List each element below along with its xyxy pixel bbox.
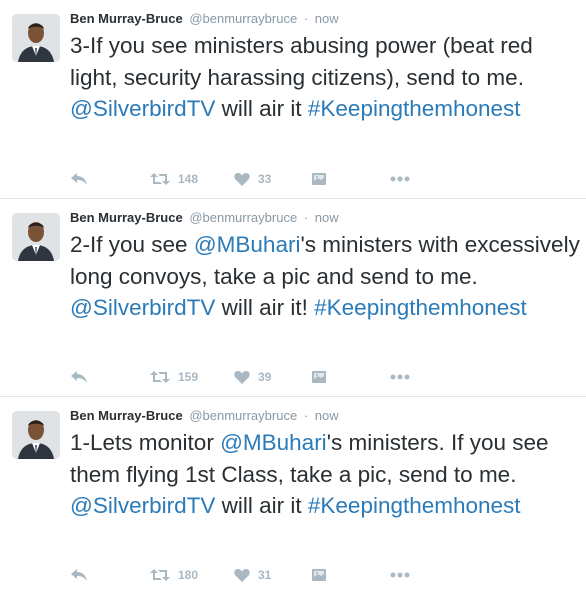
reply-button[interactable]: [70, 169, 88, 189]
media-button[interactable]: [312, 565, 326, 585]
tweet-actions: 148 33: [70, 169, 430, 189]
tweet-header: Ben Murray-Bruce @benmurraybruce · now: [70, 11, 339, 26]
like-button[interactable]: 39: [234, 367, 271, 387]
reply-icon: [71, 569, 87, 581]
more-icon: [390, 176, 410, 182]
more-button[interactable]: [390, 169, 410, 189]
tweet-header: Ben Murray-Bruce @benmurraybruce · now: [70, 210, 339, 225]
avatar[interactable]: [12, 411, 60, 459]
heart-icon: [234, 173, 250, 186]
tweet-text: 3-If you see ministers abusing power (be…: [70, 30, 580, 125]
tweet-text-part: will air it!: [215, 295, 315, 320]
media-icon: [312, 173, 326, 185]
more-button[interactable]: [390, 367, 410, 387]
timestamp[interactable]: now: [315, 11, 339, 26]
tweet-text-part: will air it: [215, 493, 308, 518]
separator: ·: [303, 210, 309, 225]
tweet-text: 2-If you see @MBuhari's ministers with e…: [70, 229, 580, 324]
hashtag-link[interactable]: #Keepingthemhonest: [308, 96, 521, 121]
avatar[interactable]: [12, 14, 60, 62]
retweet-count: 180: [178, 568, 199, 582]
like-button[interactable]: 31: [234, 565, 271, 585]
media-button[interactable]: [312, 367, 326, 387]
tweet-text-part: 2-If you see: [70, 232, 194, 257]
retweet-button[interactable]: 159: [150, 367, 198, 387]
author-handle[interactable]: @benmurraybruce: [189, 408, 297, 423]
tweet-2[interactable]: Ben Murray-Bruce @benmurraybruce · now 2…: [0, 199, 586, 396]
separator: ·: [303, 11, 309, 26]
author-name[interactable]: Ben Murray-Bruce: [70, 11, 183, 26]
author-handle[interactable]: @benmurraybruce: [189, 210, 297, 225]
mention-link[interactable]: @SilverbirdTV: [70, 295, 215, 320]
reply-button[interactable]: [70, 367, 88, 387]
hashtag-link[interactable]: #Keepingthemhonest: [308, 493, 521, 518]
tweet-1[interactable]: Ben Murray-Bruce @benmurraybruce · now 3…: [0, 0, 586, 198]
reply-button[interactable]: [70, 565, 88, 585]
retweet-count: 159: [178, 370, 199, 384]
reply-icon: [71, 173, 87, 185]
more-button[interactable]: [390, 565, 410, 585]
like-count: 31: [258, 568, 272, 582]
tweet-text-part: will air it: [215, 96, 308, 121]
timestamp[interactable]: now: [315, 408, 339, 423]
avatar[interactable]: [12, 213, 60, 261]
heart-icon: [234, 371, 250, 384]
mention-link[interactable]: @SilverbirdTV: [70, 96, 215, 121]
separator: ·: [303, 408, 309, 423]
media-button[interactable]: [312, 169, 326, 189]
author-name[interactable]: Ben Murray-Bruce: [70, 408, 183, 423]
like-count: 39: [258, 370, 272, 384]
retweet-button[interactable]: 180: [150, 565, 198, 585]
mention-link[interactable]: @SilverbirdTV: [70, 493, 215, 518]
retweet-icon: [150, 371, 170, 383]
tweet-actions: 159 39: [70, 367, 430, 387]
tweet-header: Ben Murray-Bruce @benmurraybruce · now: [70, 408, 339, 423]
tweet-text-part: 3-If you see ministers abusing power (be…: [70, 33, 533, 90]
retweet-icon: [150, 569, 170, 581]
more-icon: [390, 572, 410, 578]
more-icon: [390, 374, 410, 380]
author-handle[interactable]: @benmurraybruce: [189, 11, 297, 26]
tweet-text: 1-Lets monitor @MBuhari's ministers. If …: [70, 427, 580, 522]
heart-icon: [234, 569, 250, 582]
retweet-button[interactable]: 148: [150, 169, 198, 189]
tweet-3[interactable]: Ben Murray-Bruce @benmurraybruce · now 1…: [0, 397, 586, 598]
reply-icon: [71, 371, 87, 383]
retweet-icon: [150, 173, 170, 185]
mention-link[interactable]: @MBuhari: [194, 232, 301, 257]
tweet-text-part: 1-Lets monitor: [70, 430, 221, 455]
media-icon: [312, 569, 326, 581]
author-name[interactable]: Ben Murray-Bruce: [70, 210, 183, 225]
tweet-actions: 180 31: [70, 565, 430, 585]
timestamp[interactable]: now: [315, 210, 339, 225]
retweet-count: 148: [178, 172, 199, 186]
hashtag-link[interactable]: #Keepingthemhonest: [314, 295, 527, 320]
mention-link[interactable]: @MBuhari: [220, 430, 327, 455]
like-button[interactable]: 33: [234, 169, 271, 189]
media-icon: [312, 371, 326, 383]
like-count: 33: [258, 172, 272, 186]
